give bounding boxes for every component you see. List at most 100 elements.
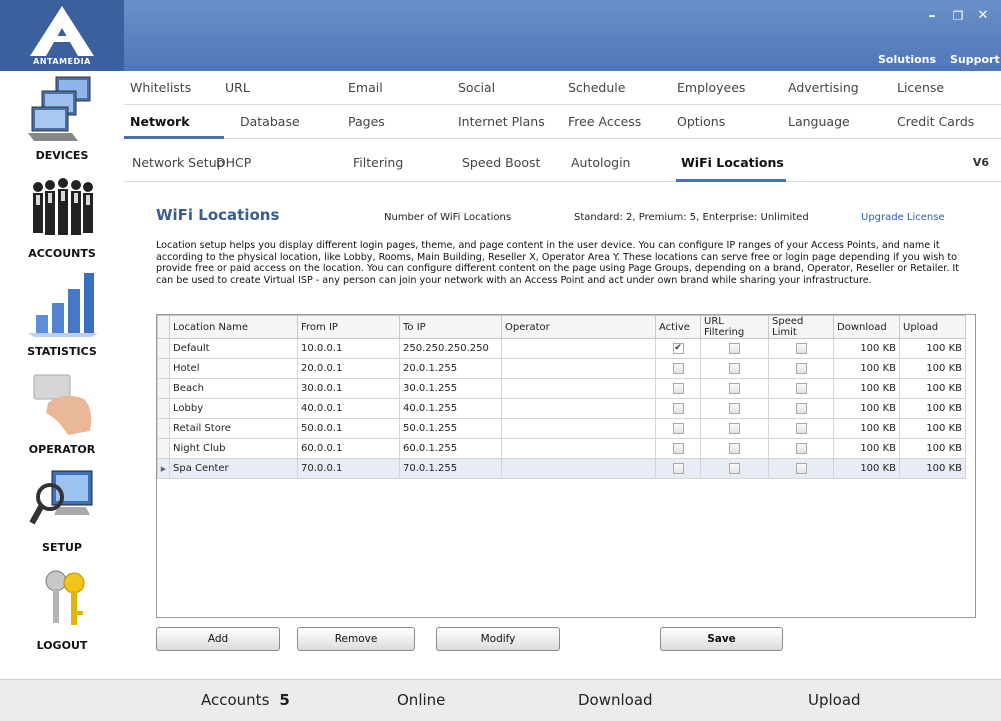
tab-wifi-locations[interactable]: WiFi Locations [681,155,784,170]
active-checkbox[interactable] [672,402,684,414]
column-header-to-ip[interactable]: To IP [399,315,502,339]
tab-network[interactable]: Network [130,114,190,129]
cell-operator[interactable] [501,358,656,379]
tab-email[interactable]: Email [348,80,383,95]
restore-button[interactable]: ❐ [948,9,968,23]
tab-pages[interactable]: Pages [348,114,385,129]
add-button[interactable]: Add [156,627,280,651]
active-checkbox[interactable] [672,422,684,434]
active-checkbox[interactable]: ✔ [672,342,684,354]
cell-from-ip[interactable]: 20.0.0.1 [297,358,400,379]
column-header-speed-limit[interactable]: Speed Limit [768,315,834,339]
tab-database[interactable]: Database [240,114,300,129]
cell-to-ip[interactable]: 40.0.1.255 [399,398,502,419]
row-indicator[interactable] [157,418,170,439]
active-checkbox[interactable] [672,462,684,474]
tab-language[interactable]: Language [788,114,850,129]
table-row[interactable]: Lobby 40.0.0.1 40.0.1.255 100 KB 100 KB [157,398,966,419]
tab-advertising[interactable]: Advertising [788,80,859,95]
tab-autologin[interactable]: Autologin [571,155,630,170]
tab-employees[interactable]: Employees [677,80,745,95]
cell-location-name[interactable]: Beach [169,378,298,399]
speed-limit-checkbox[interactable] [795,342,807,354]
sidebar-item-logout[interactable]: LOGOUT [0,561,124,659]
speed-limit-checkbox[interactable] [795,402,807,414]
column-header-upload[interactable]: Upload [899,315,966,339]
speed-limit-checkbox[interactable] [795,442,807,454]
active-checkbox[interactable] [672,382,684,394]
cell-location-name[interactable]: Lobby [169,398,298,419]
cell-download[interactable]: 100 KB [833,358,900,379]
close-button[interactable]: ✕ [973,8,993,23]
row-indicator[interactable] [157,338,170,359]
cell-upload[interactable]: 100 KB [899,378,966,399]
active-checkbox[interactable] [672,442,684,454]
support-link[interactable]: Support [950,53,1000,66]
tab-license[interactable]: License [897,80,944,95]
tab-network-setup[interactable]: Network Setup [132,155,225,170]
sidebar-item-operator[interactable]: OPERATOR [0,365,124,463]
cell-download[interactable]: 100 KB [833,458,900,479]
cell-operator[interactable] [501,378,656,399]
tab-free-access[interactable]: Free Access [568,114,641,129]
tab-whitelists[interactable]: Whitelists [130,80,191,95]
cell-location-name[interactable]: Retail Store [169,418,298,439]
column-header-active[interactable]: Active [655,315,701,339]
cell-from-ip[interactable]: 40.0.0.1 [297,398,400,419]
tab-schedule[interactable]: Schedule [568,80,625,95]
table-row[interactable]: Hotel 20.0.0.1 20.0.1.255 100 KB 100 KB [157,358,966,379]
cell-to-ip[interactable]: 70.0.1.255 [399,458,502,479]
cell-download[interactable]: 100 KB [833,418,900,439]
row-indicator[interactable] [157,378,170,399]
minimize-button[interactable]: – [922,8,942,24]
tab-filtering[interactable]: Filtering [353,155,403,170]
cell-from-ip[interactable]: 60.0.0.1 [297,438,400,459]
cell-location-name[interactable]: Spa Center [169,458,298,479]
cell-upload[interactable]: 100 KB [899,338,966,359]
cell-to-ip[interactable]: 250.250.250.250 [399,338,502,359]
table-row[interactable]: Night Club 60.0.0.1 60.0.1.255 100 KB 10… [157,438,966,459]
cell-download[interactable]: 100 KB [833,338,900,359]
cell-location-name[interactable]: Hotel [169,358,298,379]
tab-credit-cards[interactable]: Credit Cards [897,114,974,129]
cell-operator[interactable] [501,458,656,479]
cell-upload[interactable]: 100 KB [899,438,966,459]
cell-operator[interactable] [501,438,656,459]
row-indicator[interactable] [157,358,170,379]
solutions-link[interactable]: Solutions [878,53,936,66]
active-checkbox[interactable] [672,362,684,374]
url-filtering-checkbox[interactable] [729,462,740,474]
tab-social[interactable]: Social [458,80,495,95]
sidebar-item-devices[interactable]: DEVICES [0,71,124,169]
url-filtering-checkbox[interactable] [729,362,740,374]
cell-upload[interactable]: 100 KB [899,418,966,439]
column-header-download[interactable]: Download [833,315,900,339]
column-header-location-name[interactable]: Location Name [169,315,298,339]
row-indicator[interactable] [157,438,170,459]
sidebar-item-accounts[interactable]: ACCOUNTS [0,169,124,267]
speed-limit-checkbox[interactable] [795,382,807,394]
cell-download[interactable]: 100 KB [833,438,900,459]
tab-url[interactable]: URL [225,80,250,95]
tab-internet-plans[interactable]: Internet Plans [458,114,545,129]
url-filtering-checkbox[interactable] [729,422,740,434]
cell-from-ip[interactable]: 10.0.0.1 [297,338,400,359]
remove-button[interactable]: Remove [297,627,415,651]
table-row[interactable]: Retail Store 50.0.0.1 50.0.1.255 100 KB … [157,418,966,439]
cell-operator[interactable] [501,398,656,419]
tab-dhcp[interactable]: DHCP [216,155,251,170]
sidebar-item-setup[interactable]: SETUP [0,463,124,561]
url-filtering-checkbox[interactable] [729,442,740,454]
url-filtering-checkbox[interactable] [729,402,740,414]
speed-limit-checkbox[interactable] [795,462,807,474]
cell-upload[interactable]: 100 KB [899,358,966,379]
table-row-selected[interactable]: ▶ Spa Center 70.0.0.1 70.0.1.255 100 KB … [157,458,966,479]
sidebar-item-statistics[interactable]: STATISTICS [0,267,124,365]
cell-upload[interactable]: 100 KB [899,458,966,479]
url-filtering-checkbox[interactable] [729,342,740,354]
modify-button[interactable]: Modify [436,627,560,651]
table-row[interactable]: Beach 30.0.0.1 30.0.1.255 100 KB 100 KB [157,378,966,399]
tab-options[interactable]: Options [677,114,725,129]
speed-limit-checkbox[interactable] [795,422,807,434]
save-button[interactable]: Save [660,627,783,651]
